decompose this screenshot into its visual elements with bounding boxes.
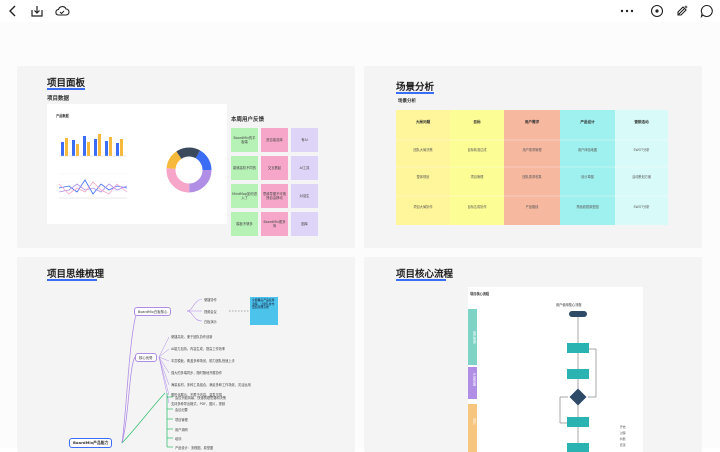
- comment-icon[interactable]: [698, 2, 716, 20]
- mindmap-leaf[interactable]: 视频会议: [204, 309, 217, 314]
- sticky-note[interactable]: BoardMix的平板端: [231, 128, 258, 152]
- flow-start-node[interactable]: [569, 311, 587, 317]
- mindmap-branch[interactable]: 核心优势: [135, 353, 157, 362]
- flow-card[interactable]: 项目核心流程 项目核心流程 用户使用核心流程 用户需求 产品功能 设计 开始 过…: [364, 257, 702, 452]
- mindmap-leaf[interactable]: 用户调研: [175, 427, 188, 432]
- sticky-note[interactable]: BoardMix更多场: [261, 212, 288, 236]
- mindmap-note[interactable]: 全面覆盖产品使用流程，让团队协作更加流畅高效: [250, 297, 278, 325]
- title-underline: [396, 92, 434, 94]
- scene-cell: 用户需求管理: [522, 148, 542, 152]
- mindmap-leaf[interactable]: AI能力加持，内容生成，提高工作效率: [171, 346, 225, 351]
- scene-cell: 目标精准达成: [467, 148, 487, 152]
- scene-cell: 项目管理: [470, 175, 484, 179]
- mindmap-leaf[interactable]: 会议头脑风暴，快速梳理思路和决策: [175, 395, 226, 400]
- mindmap-leaf[interactable]: 支持多种导出格式，PDF，图片，视频: [171, 401, 225, 406]
- legend-item: 判断: [620, 437, 626, 441]
- whiteboard-canvas[interactable]: 项目面板 项目数据 产品数据 本周用户反馈 BoardMix的平板端 是否能选择…: [0, 22, 720, 452]
- scene-column-head: 营销活动: [634, 120, 649, 124]
- scene-column-head: 用户需求: [524, 120, 540, 124]
- sticky-note[interactable]: 交互看起: [261, 156, 288, 180]
- flow-process-node[interactable]: [567, 343, 589, 353]
- legend-item: 结束: [620, 443, 626, 447]
- scene-cell: 团队需求收集: [522, 175, 542, 179]
- data-heading: 项目数据: [47, 96, 70, 102]
- scene-column: 营销活动 SWOT分析 活动策划方案 SWOT分析: [615, 110, 668, 225]
- mindmap-leaf[interactable]: 便捷高效，便于团队协作创新: [171, 334, 212, 339]
- mindmap-leaf[interactable]: 便捷协作: [204, 297, 217, 302]
- sticky-note[interactable]: 是否能选择: [261, 128, 288, 152]
- mindmap-leaf[interactable]: 强大的多端同步，随时随地开展协作: [171, 370, 222, 375]
- scene-table: 大局问题 团队大局决策 整体规划 项目大局协作 目标 目标精准达成 项目管理 目…: [396, 110, 668, 225]
- dashboard-title: 项目面板: [47, 78, 86, 89]
- mindmap-leaf[interactable]: 培训: [175, 436, 181, 441]
- cloud-icon[interactable]: [53, 2, 71, 20]
- mindmap-connectors: [121, 298, 250, 448]
- line-chart: [58, 173, 128, 199]
- scene-cell: 用户体验地图: [577, 148, 598, 152]
- flow-title: 项目核心流程: [396, 269, 454, 280]
- feedback-heading: 本周用户反馈: [231, 117, 265, 123]
- scene-cell: 项目大局协作: [413, 205, 433, 209]
- more-icon[interactable]: [618, 2, 636, 20]
- donut-chart: [166, 147, 212, 193]
- magic-brush-icon[interactable]: [673, 2, 691, 20]
- scene-column: 大局问题 团队大局决策 整体规划 项目大局协作: [396, 110, 450, 225]
- sticky-note[interactable]: 思维导图不可拖拽自由移动: [261, 184, 288, 208]
- scene-cell: 产品路线: [525, 205, 539, 209]
- scene-column: 产品设计 用户体验地图 设计草图 界面线框原型图: [560, 110, 615, 225]
- mindmap-leaf[interactable]: 项目管理: [175, 417, 188, 422]
- mindmap-leaf[interactable]: 会议纪要: [175, 407, 188, 412]
- mindmap-leaf[interactable]: 白板演示: [204, 319, 217, 324]
- scene-card[interactable]: 场景分析 场景分析 大局问题 团队大局决策 整体规划 项目大局协作 目标 目标精…: [364, 66, 702, 248]
- mindmap-branch[interactable]: BoardMix白板核心: [134, 307, 172, 316]
- scene-column-head: 产品设计: [580, 120, 595, 124]
- scene-cell: 活动策划方案: [631, 175, 652, 179]
- scene-cell: 界面线框原型图: [576, 205, 599, 209]
- sticky-note[interactable]: 有AI: [291, 128, 318, 152]
- scene-cell: 整体规划: [416, 175, 430, 179]
- title-underline: [47, 88, 85, 90]
- flow-connectors: [559, 316, 597, 452]
- scene-subtitle: 场景分析: [398, 99, 416, 104]
- flow-process-node[interactable]: [567, 369, 589, 379]
- mindmap-card[interactable]: 项目思维梳理 BoardMix白板核心 便捷协作 视频会议 白板演示 全面覆盖产…: [17, 257, 355, 452]
- play-icon[interactable]: [648, 2, 666, 20]
- legend-item: 开始: [620, 425, 626, 429]
- scene-cell: SWOT分析: [633, 148, 650, 152]
- product-charts: [58, 134, 212, 199]
- sticky-note[interactable]: MindMap如何进入了: [231, 184, 258, 208]
- chart-panel: 产品数据: [47, 104, 227, 224]
- scene-column: 目标 目标精准达成 项目管理 目标达成协作: [450, 110, 504, 225]
- mindmap-leaf[interactable]: 海量素材，多种工具组合，满足多种工作场景，灵活运用: [171, 382, 251, 387]
- scene-cell: 团队大局决策: [413, 148, 433, 152]
- sticky-note[interactable]: 对话生: [291, 184, 318, 208]
- scene-cell: SWOT分析: [633, 205, 650, 209]
- flow-process-node[interactable]: [567, 417, 589, 427]
- legend-item: 过程: [620, 431, 626, 435]
- sticky-note[interactable]: 图库: [291, 212, 318, 236]
- sticky-note[interactable]: 能够高阶不同的: [231, 156, 258, 180]
- scene-column-head: 大局问题: [415, 120, 431, 124]
- title-underline: [396, 279, 446, 281]
- bar-chart: [59, 134, 127, 157]
- back-icon[interactable]: [4, 2, 22, 20]
- scene-title: 场景分析: [396, 82, 435, 93]
- scene-column: 用户需求 用户需求管理 团队需求收集 产品路线: [504, 110, 560, 225]
- mindmap-leaf[interactable]: 丰富模板，覆盖多种场景，助力团队快速上手: [171, 358, 235, 363]
- download-icon[interactable]: [28, 2, 46, 20]
- sticky-note[interactable]: 模板不够多: [231, 212, 258, 236]
- sticky-note[interactable]: AI工具: [291, 156, 318, 180]
- flow-panel: 项目核心流程 用户使用核心流程 用户需求 产品功能 设计 开始 过程 判断 结束: [468, 287, 643, 452]
- scene-cell: 目标达成协作: [467, 205, 487, 209]
- scene-cell: 设计草图: [581, 175, 594, 179]
- top-toolbar: [0, 0, 720, 22]
- dashboard-card[interactable]: 项目面板 项目数据 产品数据 本周用户反馈 BoardMix的平板端 是否能选择…: [17, 66, 355, 248]
- scene-column-head: 目标: [473, 120, 481, 124]
- mindmap-root[interactable]: BoardMix产品能力: [69, 438, 113, 448]
